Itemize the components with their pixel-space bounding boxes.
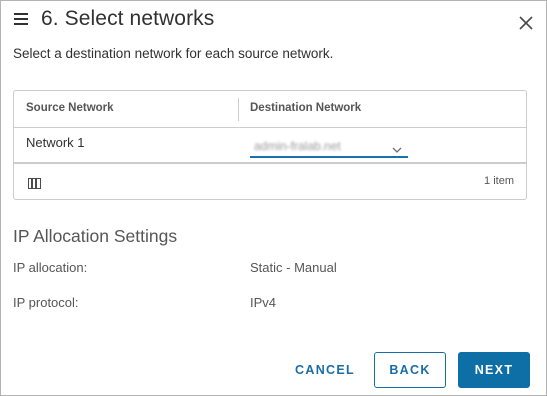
next-button[interactable]: NEXT (458, 352, 530, 388)
column-toggle-icon[interactable] (28, 176, 41, 189)
back-button[interactable]: BACK (374, 352, 446, 388)
close-icon[interactable] (519, 16, 533, 30)
destination-network-select[interactable]: admin-fralab.net (250, 136, 408, 158)
hamburger-menu-icon[interactable] (14, 13, 28, 25)
source-network-cell: Network 1 (26, 135, 85, 150)
ip-protocol-label: IP protocol: (13, 295, 79, 310)
grid-header: Source Network Destination Network (14, 91, 526, 128)
column-header-destination-network[interactable]: Destination Network (250, 102, 361, 114)
ip-allocation-value: Static - Manual (250, 260, 337, 275)
column-header-source-network[interactable]: Source Network (26, 102, 114, 114)
network-mapping-grid: Source Network Destination Network Netwo… (13, 90, 527, 200)
grid-footer: 1 item (14, 162, 526, 199)
chevron-down-icon (392, 141, 402, 153)
column-separator[interactable] (238, 98, 239, 121)
ip-allocation-section-title: IP Allocation Settings (13, 226, 178, 246)
dialog-subtitle: Select a destination network for each so… (13, 46, 334, 61)
dialog-title-bar: 6. Select networks (1, 1, 546, 41)
dialog-title: 6. Select networks (41, 7, 215, 30)
ip-allocation-label: IP allocation: (13, 260, 88, 275)
destination-network-value: admin-fralab.net (254, 139, 341, 153)
item-count: 1 item (484, 175, 514, 187)
cancel-button[interactable]: CANCEL (289, 352, 361, 388)
select-networks-dialog: 6. Select networks Select a destination … (0, 0, 547, 396)
ip-protocol-value: IPv4 (250, 295, 277, 310)
